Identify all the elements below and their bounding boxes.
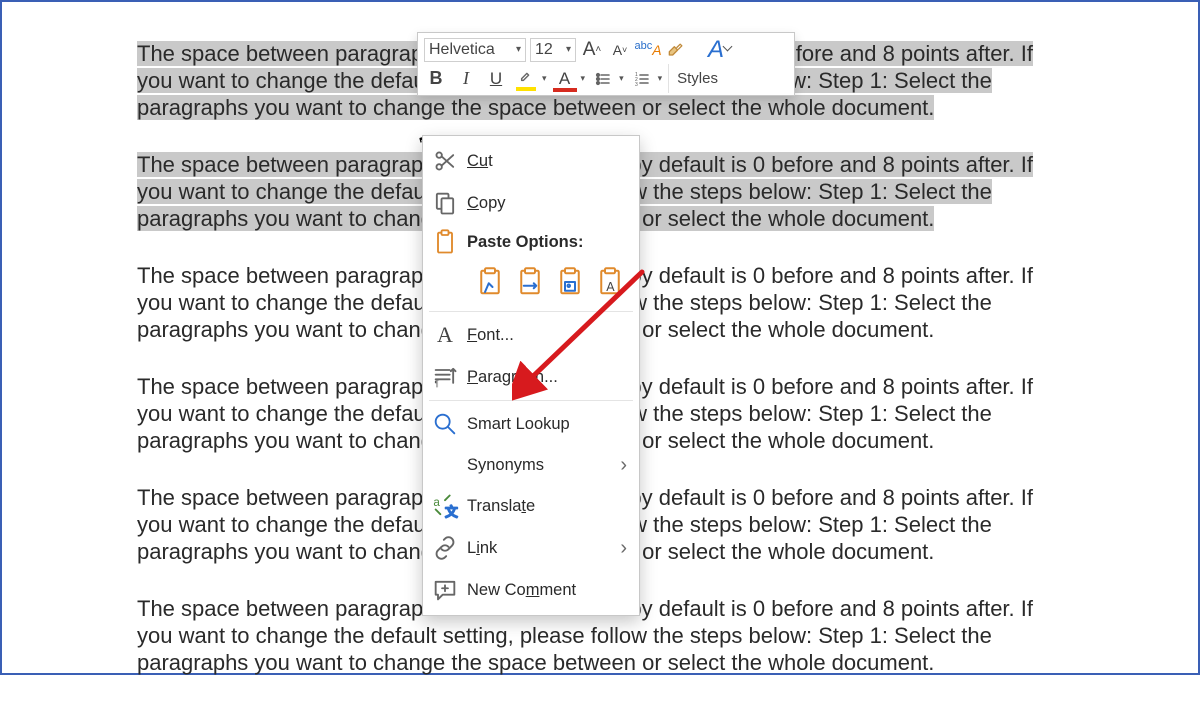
separator [429, 400, 633, 401]
chevron-right-icon: › [620, 537, 627, 560]
copy-icon [431, 189, 459, 217]
separator [429, 311, 633, 312]
quick-styles-icon[interactable]: A [704, 38, 728, 62]
svg-text:3: 3 [635, 82, 638, 87]
translate-icon: a文 [431, 492, 459, 520]
paragraph-icon: ¶ [431, 363, 459, 391]
format-painter-icon[interactable] [664, 38, 688, 62]
bullets-button[interactable] [591, 67, 615, 91]
paste-keep-source-icon[interactable] [473, 265, 507, 299]
change-case-icon[interactable]: abcA [636, 34, 660, 58]
svg-text:¶: ¶ [435, 379, 440, 388]
clipboard-icon [431, 228, 459, 256]
highlight-color-button[interactable] [514, 67, 538, 91]
font-color-button[interactable]: A [553, 67, 577, 91]
ctx-copy[interactable]: Copy [423, 182, 639, 224]
link-icon [431, 534, 459, 562]
chevron-down-icon[interactable]: ▾ [581, 73, 586, 84]
svg-text:A: A [606, 280, 615, 294]
ctx-cut[interactable]: Cut [423, 140, 639, 182]
chevron-down-icon: ▾ [513, 44, 521, 55]
ctx-paragraph[interactable]: ¶ Paragraph... [423, 356, 639, 398]
paste-picture-icon[interactable] [553, 265, 587, 299]
ctx-smart-lookup[interactable]: Smart Lookup [423, 403, 639, 445]
ctx-font[interactable]: A Font... [423, 314, 639, 356]
styles-button[interactable]: Styles [668, 64, 726, 93]
underline-button[interactable]: U [484, 67, 508, 91]
scissors-icon [431, 147, 459, 175]
chevron-down-icon[interactable]: ▾ [542, 73, 547, 84]
ctx-synonyms[interactable]: Synonyms › [423, 445, 639, 485]
paste-text-only-icon[interactable]: A [593, 265, 627, 299]
font-name-combo[interactable]: Helvetica▾ [424, 38, 526, 62]
chevron-down-icon: ▾ [563, 44, 571, 55]
ctx-new-comment[interactable]: New Comment [423, 569, 639, 611]
paste-options-row: A [423, 260, 639, 309]
font-icon: A [431, 321, 459, 349]
shrink-font-icon[interactable]: A˅ [608, 38, 632, 62]
ctx-link[interactable]: Link › [423, 527, 639, 569]
svg-text:文: 文 [445, 505, 458, 520]
bold-button[interactable]: B [424, 67, 448, 91]
grow-font-icon[interactable]: A˄ [580, 38, 604, 62]
svg-text:a: a [433, 496, 440, 509]
italic-button[interactable]: I [454, 67, 478, 91]
chevron-right-icon: › [620, 454, 627, 477]
ctx-paste-options-heading: Paste Options: [423, 224, 639, 260]
cut-mnemonic: Cu [467, 152, 488, 170]
smart-lookup-icon [431, 410, 459, 438]
chevron-down-icon[interactable]: ▾ [658, 73, 663, 84]
numbering-button[interactable]: 123 [630, 67, 654, 91]
context-menu: Cut Copy Paste Options: A A Font... ¶ Pa… [422, 135, 640, 616]
chevron-down-icon[interactable]: ▾ [619, 73, 624, 84]
font-size-combo[interactable]: 12▾ [530, 38, 576, 62]
ctx-translate[interactable]: a文 Translate [423, 485, 639, 527]
comment-icon [431, 576, 459, 604]
mini-format-toolbar: Helvetica▾ 12▾ A˄ A˅ abcA A B I U ▾ A ▾ … [417, 32, 795, 96]
paste-merge-icon[interactable] [513, 265, 547, 299]
